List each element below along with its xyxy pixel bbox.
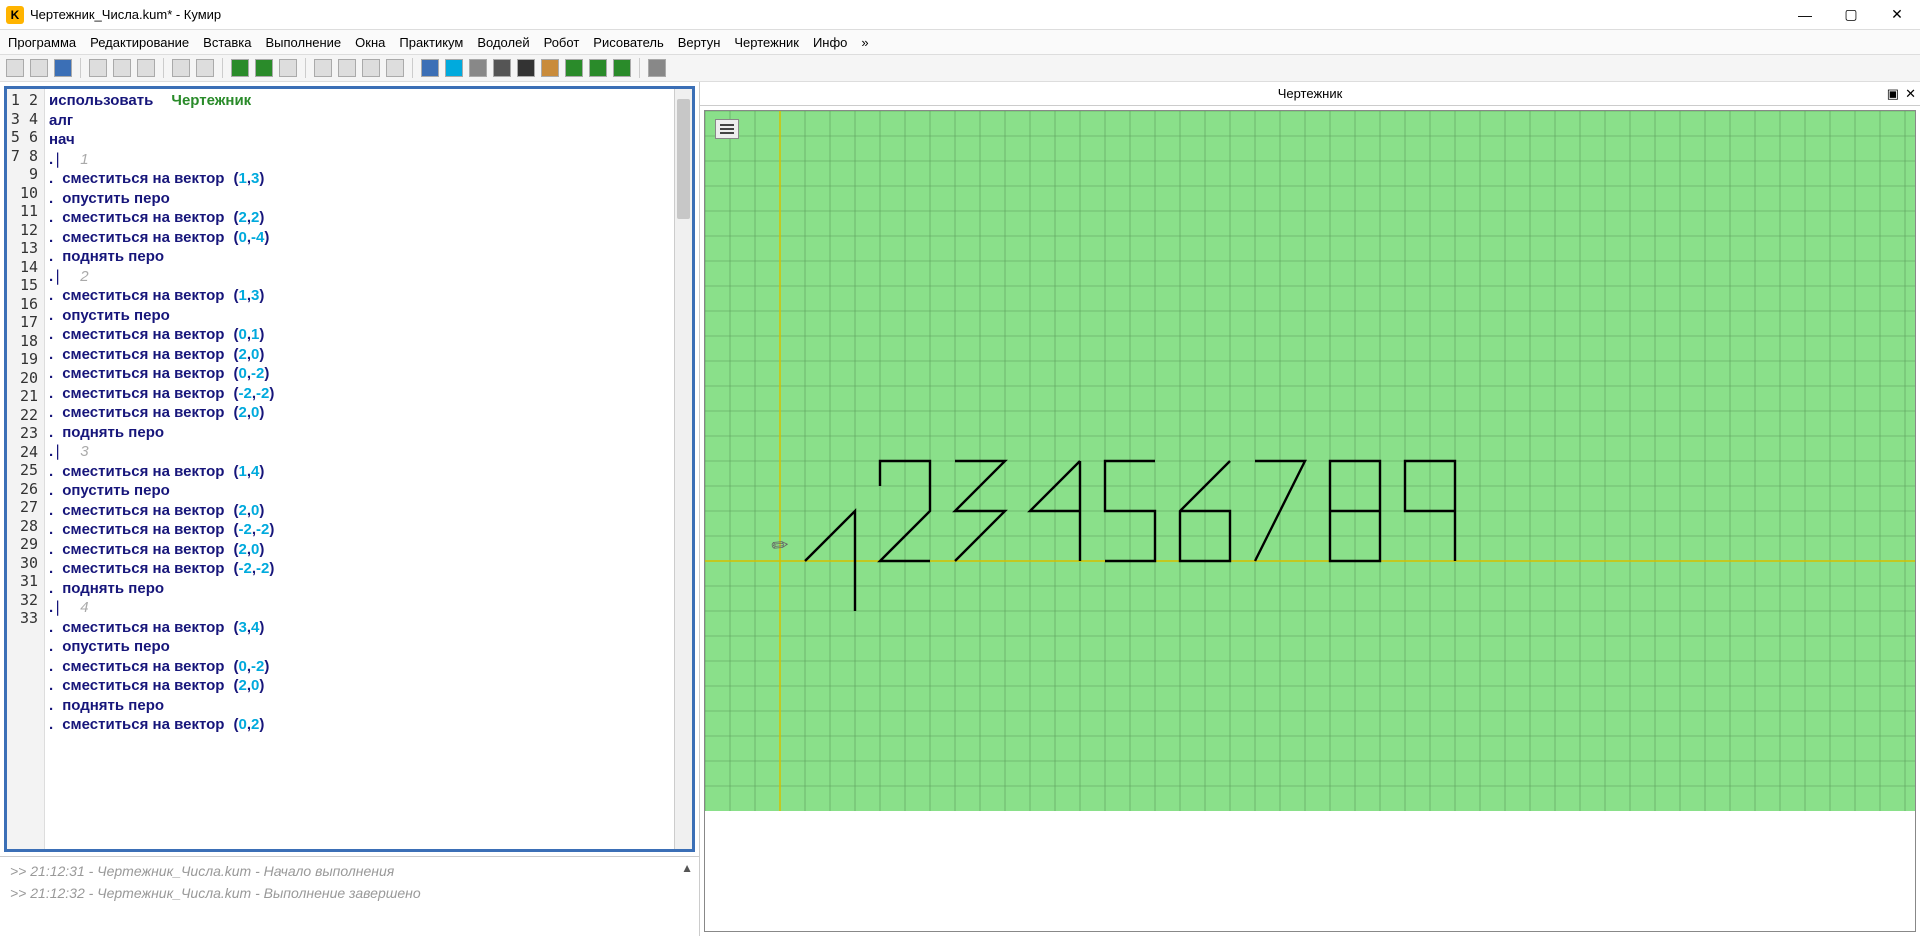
menu-Практикум[interactable]: Практикум [399, 35, 463, 50]
exec-turtle-icon[interactable] [589, 59, 607, 77]
tool-3-icon[interactable] [362, 59, 380, 77]
redo-icon[interactable] [196, 59, 214, 77]
maximize-button[interactable]: ▢ [1828, 0, 1874, 30]
exec-draftsman-icon[interactable] [613, 59, 631, 77]
menu-Робот[interactable]: Робот [544, 35, 580, 50]
right-pane: Чертежник ▣ ✕ ✎ [700, 82, 1920, 936]
exec-extra-icon[interactable] [648, 59, 666, 77]
console-collapse-icon[interactable]: ▲ [681, 861, 693, 875]
menu-Выполнение[interactable]: Выполнение [265, 35, 341, 50]
canvas-menu-icon[interactable] [715, 119, 739, 139]
menubar: Программа Редактирование Вставка Выполнение… [0, 30, 1920, 54]
new-icon[interactable] [6, 59, 24, 77]
menu-Окна[interactable]: Окна [355, 35, 385, 50]
run-step-icon[interactable] [255, 59, 273, 77]
stop-icon[interactable] [279, 59, 297, 77]
exec-grid1-icon[interactable] [469, 59, 487, 77]
save-icon[interactable] [54, 59, 72, 77]
pane-header: Чертежник ▣ ✕ [700, 82, 1920, 106]
code-editor[interactable]: 1 2 3 4 5 6 7 8 9 10 11 12 13 14 15 16 1… [4, 86, 695, 852]
exec-waves-icon[interactable] [445, 59, 463, 77]
menu-Чертежник[interactable]: Чертежник [734, 35, 799, 50]
console: ▲ >> 21:12:31 - Чертежник_Числа.kum - На… [0, 856, 699, 936]
run-icon[interactable] [231, 59, 249, 77]
left-pane: 1 2 3 4 5 6 7 8 9 10 11 12 13 14 15 16 1… [0, 82, 700, 936]
exec-robot-icon[interactable] [565, 59, 583, 77]
scrollbar-thumb[interactable] [677, 99, 690, 219]
window-title: Чертежник_Числа.kum* - Кумир [30, 7, 221, 22]
undo-icon[interactable] [172, 59, 190, 77]
menu-Редактирование[interactable]: Редактирование [90, 35, 189, 50]
open-icon[interactable] [30, 59, 48, 77]
pane-dock-icon[interactable]: ▣ [1887, 86, 1899, 102]
titlebar: K Чертежник_Числа.kum* - Кумир — ▢ ✕ [0, 0, 1920, 30]
menu-»[interactable]: » [861, 35, 868, 50]
code-area[interactable]: использовать Чертежник алг нач .| 1 . см… [45, 89, 674, 849]
exec-grid2-icon[interactable] [493, 59, 511, 77]
canvas[interactable]: ✎ [704, 110, 1916, 932]
tool-4-icon[interactable] [386, 59, 404, 77]
close-button[interactable]: ✕ [1874, 0, 1920, 30]
tool-1-icon[interactable] [314, 59, 332, 77]
console-line: >> 21:12:32 - Чертежник_Числа.kum - Выпо… [10, 885, 689, 901]
menu-Вертун[interactable]: Вертун [678, 35, 721, 50]
console-line: >> 21:12:31 - Чертежник_Числа.kum - Нача… [10, 863, 689, 879]
app-icon: K [6, 6, 24, 24]
editor-scrollbar[interactable] [674, 89, 692, 849]
menu-Программа[interactable]: Программа [8, 35, 76, 50]
exec-vodoley-icon[interactable] [421, 59, 439, 77]
cut-icon[interactable] [89, 59, 107, 77]
minimize-button[interactable]: — [1782, 0, 1828, 30]
pane-close-icon[interactable]: ✕ [1905, 86, 1916, 102]
menu-Инфо[interactable]: Инфо [813, 35, 847, 50]
toolbar [0, 54, 1920, 82]
exec-game-icon[interactable] [517, 59, 535, 77]
menu-Рисователь[interactable]: Рисователь [593, 35, 663, 50]
tool-2-icon[interactable] [338, 59, 356, 77]
copy-icon[interactable] [113, 59, 131, 77]
menu-Водолей[interactable]: Водолей [477, 35, 529, 50]
exec-paint-icon[interactable] [541, 59, 559, 77]
line-gutter: 1 2 3 4 5 6 7 8 9 10 11 12 13 14 15 16 1… [7, 89, 45, 849]
pane-title: Чертежник [1278, 86, 1343, 101]
paste-icon[interactable] [137, 59, 155, 77]
menu-Вставка[interactable]: Вставка [203, 35, 251, 50]
